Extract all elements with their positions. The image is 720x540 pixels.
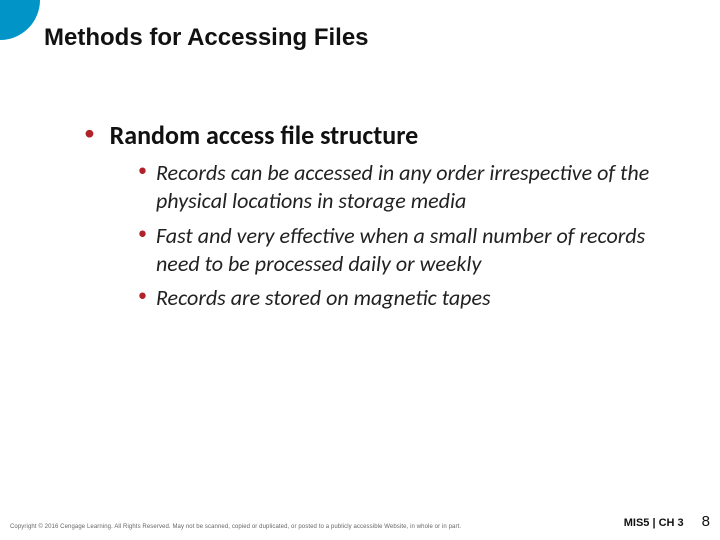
page-number: 8 [702, 513, 710, 530]
bullet-dot: • [138, 222, 156, 278]
bullet-level2: • Records are stored on magnetic tapes [138, 284, 680, 312]
chapter-label: MIS5 | CH 3 [624, 517, 684, 529]
header-accent-shape [0, 0, 40, 40]
bullet-text: Records are stored on magnetic tapes [156, 284, 491, 312]
bullet-text: Random access file structure [110, 120, 419, 151]
slide-content: • Random access file structure • Records… [60, 120, 680, 312]
copyright-text: Copyright © 2016 Cengage Learning. All R… [10, 524, 461, 530]
bullet-text: Fast and very effective when a small num… [156, 222, 680, 278]
bullet-dot: • [138, 159, 156, 215]
footer-right: MIS5 | CH 3 8 [624, 513, 710, 530]
bullet-dot: • [84, 120, 106, 146]
bullet-level2: • Fast and very effective when a small n… [138, 222, 680, 278]
bullet-text: Records can be accessed in any order irr… [156, 159, 680, 215]
bullet-dot: • [138, 284, 156, 312]
bullet-level1: • Random access file structure [84, 120, 680, 151]
slide-footer: Copyright © 2016 Cengage Learning. All R… [10, 513, 710, 530]
bullet-level2: • Records can be accessed in any order i… [138, 159, 680, 215]
slide-title: Methods for Accessing Files [44, 24, 369, 52]
